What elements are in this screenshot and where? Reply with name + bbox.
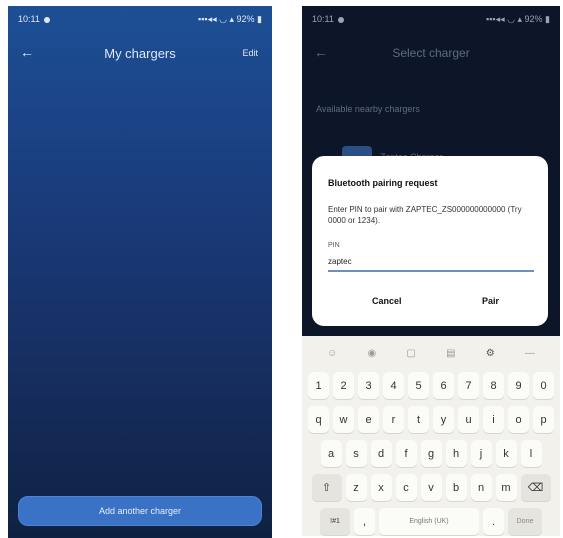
status-battery: 92%: [236, 13, 255, 24]
emoji-icon[interactable]: ☺: [327, 348, 337, 359]
key-s[interactable]: s: [345, 440, 367, 467]
settings-icon[interactable]: ⚙: [486, 348, 495, 359]
key-6[interactable]: 6: [433, 372, 454, 399]
middle-letter-row: asdfghjkl: [306, 440, 556, 468]
key-t[interactable]: t: [408, 406, 429, 433]
my-chargers-screen: 10:11 ▪▪▪◂◂ ◡ ▴ 92% ▮ ← My chargers Edit…: [8, 6, 272, 538]
select-charger-screen: 10:11 ▪▪▪◂◂ ◡ ▴ 92% ▮ ← Select charger A…: [302, 6, 560, 536]
key-o[interactable]: o: [508, 406, 529, 433]
dialog-title: Bluetooth pairing request: [328, 178, 438, 188]
edit-button[interactable]: Edit: [242, 48, 258, 58]
clipboard-icon[interactable]: ▤: [446, 348, 455, 359]
key-f[interactable]: f: [395, 440, 417, 467]
top-letter-row: qwertyuiop: [306, 406, 556, 434]
bottom-letter-row: ⇧ zxcvbnm ⌫: [306, 474, 556, 502]
pin-input[interactable]: [328, 252, 534, 272]
shift-icon[interactable]: ⇧: [311, 474, 342, 501]
on-screen-keyboard: ☺ ◉ ▢ ▤ ⚙ — 1234567890 qwertyuiop asdfgh…: [302, 336, 560, 536]
period-key[interactable]: .: [483, 508, 504, 535]
key-2[interactable]: 2: [333, 372, 354, 399]
more-icon[interactable]: —: [525, 348, 535, 359]
pin-label: PIN: [328, 242, 340, 249]
key-k[interactable]: k: [495, 440, 517, 467]
key-1[interactable]: 1: [308, 372, 329, 399]
key-y[interactable]: y: [433, 406, 454, 433]
key-g[interactable]: g: [420, 440, 442, 467]
sticker-icon[interactable]: ◉: [368, 348, 377, 359]
key-w[interactable]: w: [333, 406, 354, 433]
notification-icon: [337, 16, 344, 23]
key-h[interactable]: h: [445, 440, 467, 467]
key-r[interactable]: r: [383, 406, 404, 433]
status-bar: 10:11 ▪▪▪◂◂ ◡ ▴ 92% ▮: [18, 10, 262, 28]
status-bar: 10:11 ▪▪▪◂◂ ◡ ▴ 92% ▮: [312, 10, 550, 28]
app-bar: ← Select charger: [302, 38, 560, 68]
number-row: 1234567890: [306, 372, 556, 400]
battery-icon: ▮: [542, 13, 550, 24]
key-m[interactable]: m: [495, 474, 517, 501]
symbols-key[interactable]: !#1: [320, 508, 350, 535]
key-b[interactable]: b: [445, 474, 467, 501]
cancel-button[interactable]: Cancel: [372, 296, 402, 306]
page-title: My chargers: [104, 46, 176, 61]
section-header: Available nearby chargers: [316, 104, 420, 114]
status-time: 10:11: [312, 14, 334, 24]
key-7[interactable]: 7: [458, 372, 479, 399]
page-title: Select charger: [392, 46, 470, 60]
key-e[interactable]: e: [358, 406, 379, 433]
space-row: !#1 , English (UK) . Done: [306, 508, 556, 536]
status-time: 10:11: [18, 14, 40, 24]
key-i[interactable]: i: [483, 406, 504, 433]
bluetooth-pairing-dialog: Bluetooth pairing request Enter PIN to p…: [312, 156, 548, 326]
key-z[interactable]: z: [345, 474, 367, 501]
key-v[interactable]: v: [420, 474, 442, 501]
key-5[interactable]: 5: [408, 372, 429, 399]
key-8[interactable]: 8: [483, 372, 504, 399]
key-q[interactable]: q: [308, 406, 329, 433]
key-4[interactable]: 4: [383, 372, 404, 399]
key-3[interactable]: 3: [358, 372, 379, 399]
backspace-icon[interactable]: ⌫: [520, 474, 551, 501]
key-c[interactable]: c: [395, 474, 417, 501]
dialog-message: Enter PIN to pair with ZAPTEC_ZS00000000…: [328, 205, 522, 225]
key-d[interactable]: d: [370, 440, 392, 467]
key-x[interactable]: x: [370, 474, 392, 501]
pair-button[interactable]: Pair: [482, 296, 499, 306]
keyboard-toolbar: ☺ ◉ ▢ ▤ ⚙ —: [312, 344, 550, 362]
comma-key[interactable]: ,: [354, 508, 375, 535]
battery-icon: ▮: [254, 13, 262, 24]
key-j[interactable]: j: [470, 440, 492, 467]
space-key[interactable]: English (UK): [379, 508, 479, 535]
add-another-charger-button[interactable]: Add another charger: [18, 496, 262, 526]
key-l[interactable]: l: [520, 440, 542, 467]
gif-icon[interactable]: ▢: [406, 348, 415, 359]
done-key[interactable]: Done: [508, 508, 542, 535]
key-9[interactable]: 9: [508, 372, 529, 399]
key-u[interactable]: u: [458, 406, 479, 433]
key-0[interactable]: 0: [533, 372, 554, 399]
signal-icons: ▪▪▪◂◂ ◡ ▴: [198, 13, 237, 24]
signal-icons: ▪▪▪◂◂ ◡ ▴: [486, 13, 525, 24]
status-battery: 92%: [524, 13, 543, 24]
app-bar: ← My chargers Edit: [8, 38, 272, 68]
key-p[interactable]: p: [533, 406, 554, 433]
letter-keys: zxcvbnm: [345, 474, 517, 502]
key-n[interactable]: n: [470, 474, 492, 501]
key-a[interactable]: a: [320, 440, 342, 467]
notification-icon: [43, 16, 50, 23]
